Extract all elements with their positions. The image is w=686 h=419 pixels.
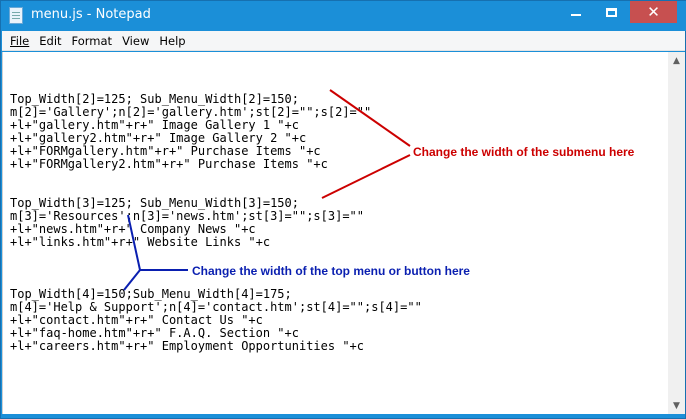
vertical-scrollbar[interactable]: ▲ ▼ bbox=[668, 52, 685, 414]
maximize-button[interactable] bbox=[596, 1, 626, 23]
menu-view[interactable]: View bbox=[117, 34, 154, 48]
topmenu-annotation: Change the width of the top menu or butt… bbox=[192, 264, 470, 278]
code-line: +l+"links.htm"+r+" Website Links "+c bbox=[10, 235, 271, 249]
submenu-annotation: Change the width of the submenu here bbox=[413, 145, 635, 159]
close-button[interactable]: ✕ bbox=[630, 1, 677, 23]
notepad-icon bbox=[9, 7, 23, 24]
menu-edit-label: Edit bbox=[39, 33, 62, 48]
code-line: +l+"FORMgallery2.htm"+r+" Purchase Items… bbox=[10, 157, 328, 171]
notepad-window: menu.js - Notepad ✕ File Edit Format Vie… bbox=[0, 0, 686, 419]
menu-format-label: Format bbox=[71, 33, 113, 48]
scroll-up-arrow-icon[interactable]: ▲ bbox=[668, 52, 685, 69]
menu-file-label: File bbox=[10, 33, 30, 48]
code-text: Top_Width[2]=125; Sub_Menu_Width[2]=150;… bbox=[10, 80, 422, 353]
scroll-down-arrow-icon[interactable]: ▼ bbox=[668, 397, 685, 414]
code-line: +l+"careers.htm"+r+" Employment Opportun… bbox=[10, 339, 365, 353]
menu-file[interactable]: File bbox=[5, 34, 34, 48]
minimize-button[interactable] bbox=[561, 1, 591, 23]
menu-format[interactable]: Format bbox=[67, 34, 118, 48]
maximize-icon bbox=[605, 7, 617, 17]
menu-view-label: View bbox=[122, 33, 150, 48]
window-title: menu.js - Notepad bbox=[31, 7, 151, 22]
minimize-icon bbox=[571, 14, 581, 16]
menu-bar: File Edit Format View Help bbox=[2, 31, 685, 51]
title-bar[interactable]: menu.js - Notepad ✕ bbox=[1, 1, 686, 31]
menu-help-label: Help bbox=[159, 33, 186, 48]
menu-edit[interactable]: Edit bbox=[34, 34, 66, 48]
menu-help[interactable]: Help bbox=[154, 34, 190, 48]
close-icon: ✕ bbox=[647, 2, 660, 21]
text-editor[interactable]: Top_Width[2]=125; Sub_Menu_Width[2]=150;… bbox=[2, 52, 668, 414]
